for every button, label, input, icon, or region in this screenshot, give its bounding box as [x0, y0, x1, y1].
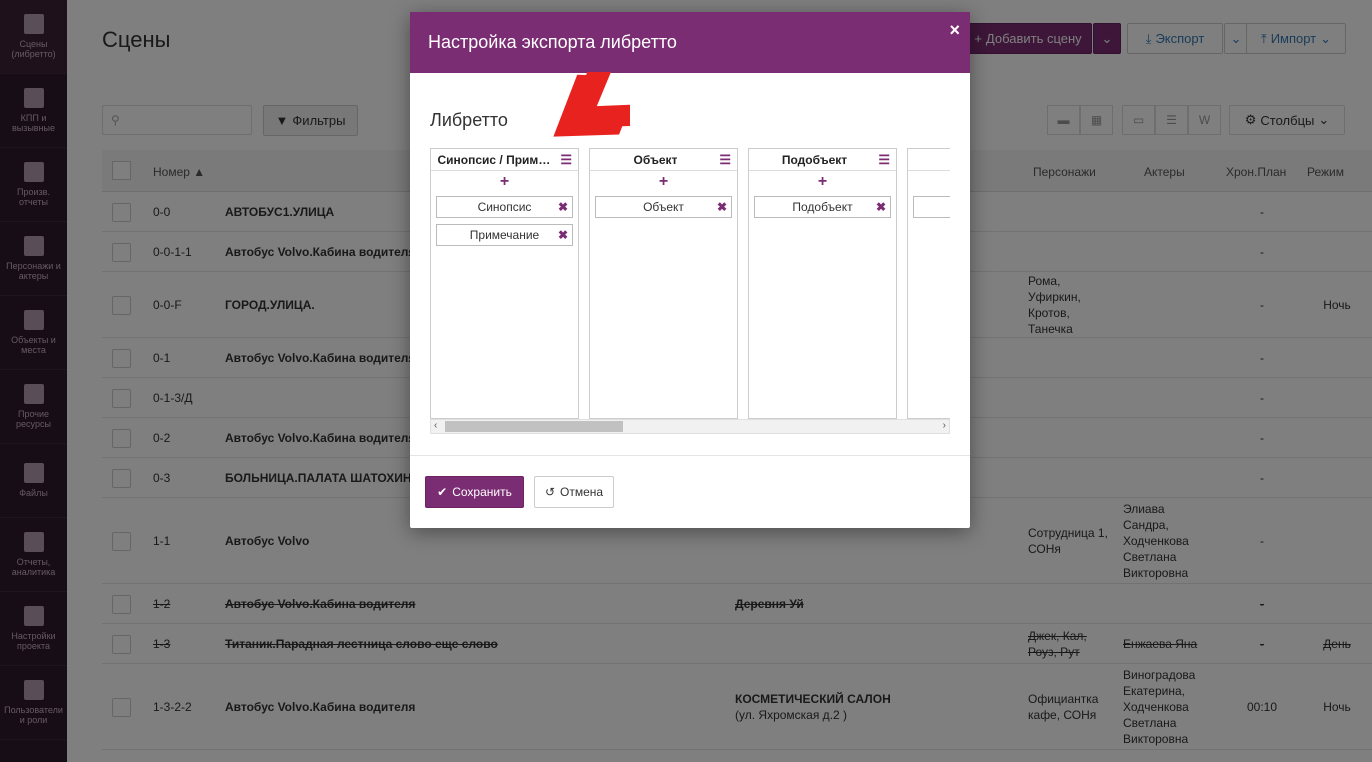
- modal-title: Настройка экспорта либретто: [428, 32, 677, 52]
- export-column-header[interactable]: Синопсис / Примечание ☰: [431, 149, 578, 171]
- export-column-header[interactable]: Объект ☰: [590, 149, 737, 171]
- export-column[interactable]: Синопсис / Примечание☰+Синопсис✖Примечан…: [430, 148, 579, 419]
- close-icon[interactable]: ×: [949, 20, 960, 41]
- field-chip-label: Примечание: [469, 228, 540, 242]
- field-chip[interactable]: Объект ✖: [595, 196, 732, 218]
- menu-icon[interactable]: ☰: [560, 153, 572, 166]
- field-chip[interactable]: П✖: [913, 196, 950, 218]
- add-field-button[interactable]: +: [908, 171, 950, 193]
- export-column-header[interactable]: Подобъект ☰: [749, 149, 896, 171]
- modal-header: Настройка экспорта либретто: [410, 12, 970, 73]
- add-field-button[interactable]: +: [431, 171, 578, 193]
- undo-icon: ↺: [544, 485, 555, 499]
- field-chip-label: Синопсис: [477, 200, 532, 214]
- menu-icon[interactable]: ☰: [878, 153, 890, 166]
- add-field-button[interactable]: +: [590, 171, 737, 193]
- save-label: Сохранить: [452, 485, 512, 499]
- field-chip[interactable]: Синопсис ✖: [436, 196, 573, 218]
- field-chip[interactable]: Примечание ✖: [436, 224, 573, 246]
- remove-icon[interactable]: ✖: [717, 200, 727, 214]
- scroll-left-icon[interactable]: ‹: [434, 420, 437, 431]
- scrollbar-thumb[interactable]: [445, 421, 623, 432]
- cancel-button[interactable]: ↺ Отмена: [534, 476, 614, 508]
- field-chip[interactable]: Подобъект ✖: [754, 196, 891, 218]
- export-settings-modal: Настройка экспорта либретто × Либретто С…: [410, 12, 970, 528]
- remove-icon[interactable]: ✖: [876, 200, 886, 214]
- remove-icon[interactable]: ✖: [558, 228, 568, 242]
- export-column-title: Синопсис / Примечание: [437, 152, 556, 167]
- scroll-right-icon[interactable]: ›: [943, 420, 946, 431]
- menu-icon[interactable]: ☰: [719, 153, 731, 166]
- arrow-decoration-icon: [553, 72, 630, 137]
- export-column-title: Подобъект: [781, 152, 848, 167]
- save-button[interactable]: ✔ Сохранить: [425, 476, 524, 508]
- export-column[interactable]: П☰+ П✖: [907, 148, 950, 419]
- field-chip-label: Подобъект: [792, 200, 853, 214]
- export-column[interactable]: Объект ☰ + Объект ✖: [589, 148, 738, 419]
- export-column-title: Объект: [633, 152, 678, 167]
- cancel-label: Отмена: [560, 485, 604, 499]
- export-columns-container: Синопсис / Примечание☰+Синопсис✖Примечан…: [430, 148, 950, 434]
- add-field-button[interactable]: +: [749, 171, 896, 193]
- horizontal-scrollbar[interactable]: ‹ ›: [430, 419, 950, 434]
- field-chip-label: Объект: [643, 200, 684, 214]
- remove-icon[interactable]: ✖: [558, 200, 568, 214]
- section-title: Либретто: [430, 110, 508, 130]
- export-column-header[interactable]: П☰: [908, 149, 950, 171]
- check-icon: ✔: [437, 485, 448, 499]
- modal-footer: ✔ Сохранить ↺ Отмена: [410, 455, 970, 528]
- export-column[interactable]: Подобъект ☰ + Подобъект ✖: [748, 148, 897, 419]
